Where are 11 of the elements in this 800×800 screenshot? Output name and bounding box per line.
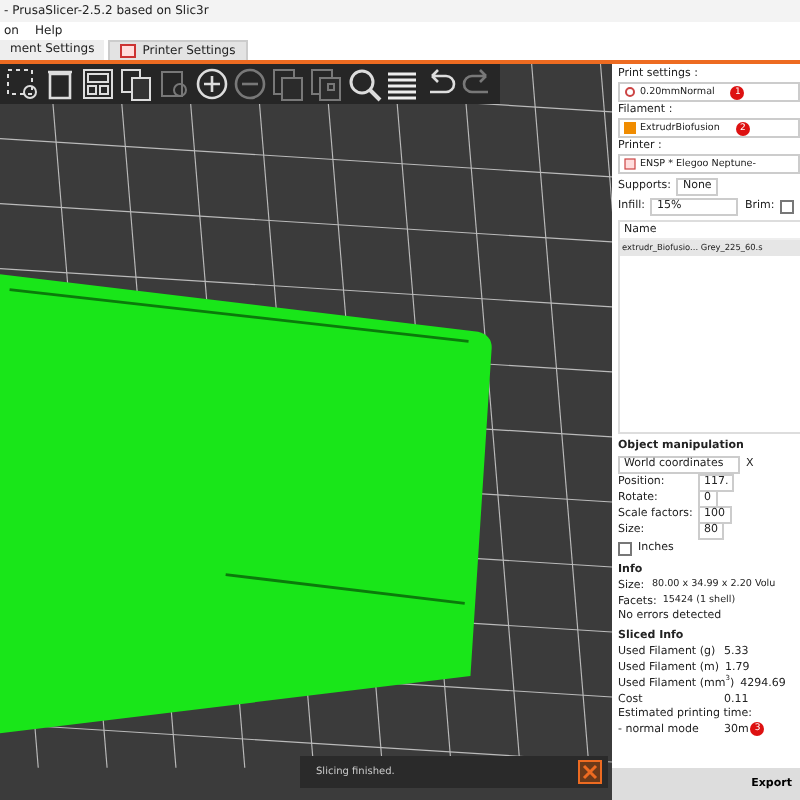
inches-checkbox[interactable] — [618, 541, 632, 555]
brim-checkbox[interactable] — [780, 199, 795, 213]
trash-icon[interactable] — [42, 66, 78, 102]
arrange-icon[interactable] — [80, 66, 116, 102]
printer-icon — [120, 44, 137, 58]
plus-circle-icon[interactable] — [194, 66, 230, 102]
search-icon[interactable] — [346, 66, 382, 102]
close-icon[interactable] — [578, 760, 602, 784]
printer-icon — [624, 158, 636, 170]
dashed-selection-icon[interactable] — [4, 66, 40, 102]
copy-icon[interactable] — [118, 66, 154, 102]
